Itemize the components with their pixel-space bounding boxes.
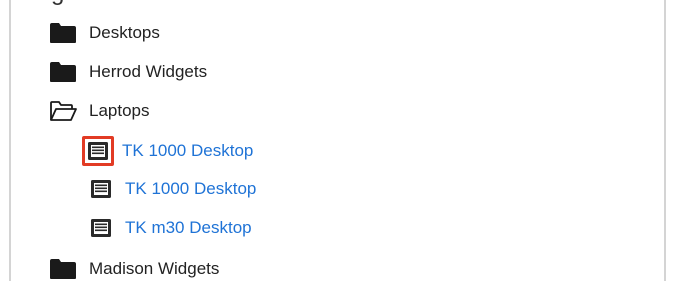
tree-item-tk-1000-desktop-2[interactable]: TK 1000 Desktop <box>85 174 256 204</box>
tree-item-tk-m30-desktop[interactable]: TK m30 Desktop <box>85 213 252 243</box>
tree-folder-label: Madison Widgets <box>89 259 220 278</box>
document-list-icon[interactable] <box>82 136 114 166</box>
tree-folder-herrod-widgets[interactable]: Herrod Widgets <box>49 57 207 87</box>
tree-item-link[interactable]: TK 1000 Desktop <box>122 141 253 161</box>
folder-open-icon <box>49 100 77 122</box>
folder-icon <box>49 22 77 44</box>
tree-folder-label: Herrod Widgets <box>89 62 208 81</box>
document-list-icon <box>85 174 117 204</box>
tree-item-tk-1000-desktop-1[interactable]: TK 1000 Desktop <box>82 136 253 166</box>
tree-folder-label: Laptops <box>89 101 150 120</box>
folder-icon <box>49 61 77 83</box>
document-list-icon <box>85 213 117 243</box>
tree-folder-label: Desktops <box>89 23 160 42</box>
tree-folder-madison-widgets[interactable]: Madison Widgets <box>49 254 219 284</box>
partial-heading: g <box>51 0 64 8</box>
tree-item-link[interactable]: TK m30 Desktop <box>125 218 252 238</box>
tree-item-link[interactable]: TK 1000 Desktop <box>125 179 256 199</box>
tree-folder-laptops[interactable]: Laptops <box>49 96 150 126</box>
tree-folder-desktops[interactable]: Desktops <box>49 18 160 48</box>
tree-panel: g Desktops Herrod Widgets Laptops <box>9 0 666 281</box>
folder-icon <box>49 258 77 280</box>
